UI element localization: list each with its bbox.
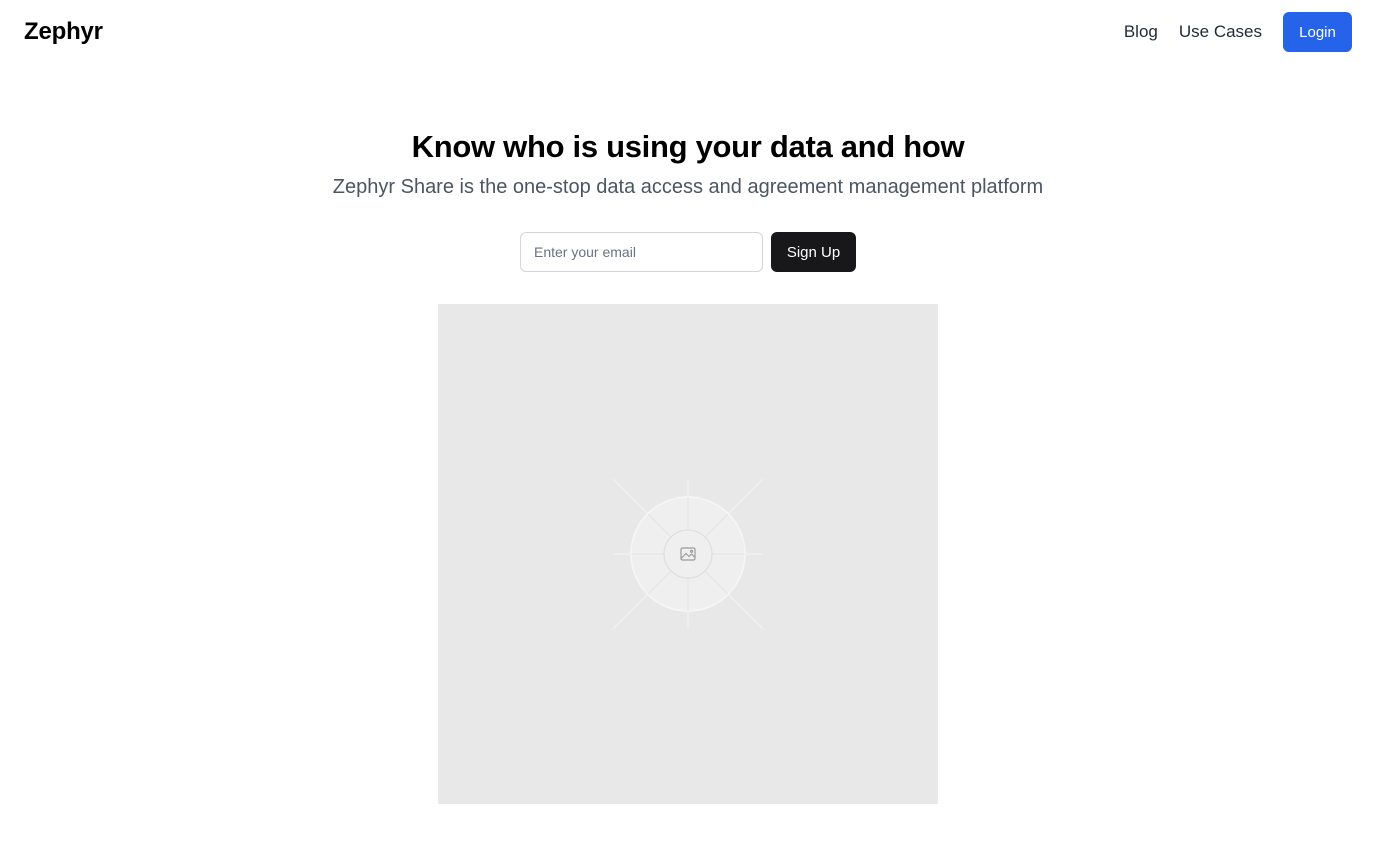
hero-subtitle: Zephyr Share is the one-stop data access… (332, 176, 1044, 198)
main-nav: Blog Use Cases Login (1124, 12, 1352, 52)
login-button[interactable]: Login (1283, 12, 1352, 52)
nav-link-blog[interactable]: Blog (1124, 12, 1158, 52)
signup-form: Sign Up (520, 232, 856, 272)
signup-button[interactable]: Sign Up (771, 232, 856, 272)
hero-title: Know who is using your data and how (411, 129, 965, 164)
brand-logo[interactable]: Zephyr (24, 16, 103, 48)
hero-image-placeholder (438, 304, 938, 804)
site-header: Zephyr Blog Use Cases Login (0, 0, 1376, 64)
landing-page: Zephyr Blog Use Cases Login Know who is … (0, 0, 1376, 868)
image-placeholder-graphic (612, 478, 764, 630)
nav-link-use-cases[interactable]: Use Cases (1179, 12, 1262, 52)
email-input[interactable] (520, 232, 763, 272)
